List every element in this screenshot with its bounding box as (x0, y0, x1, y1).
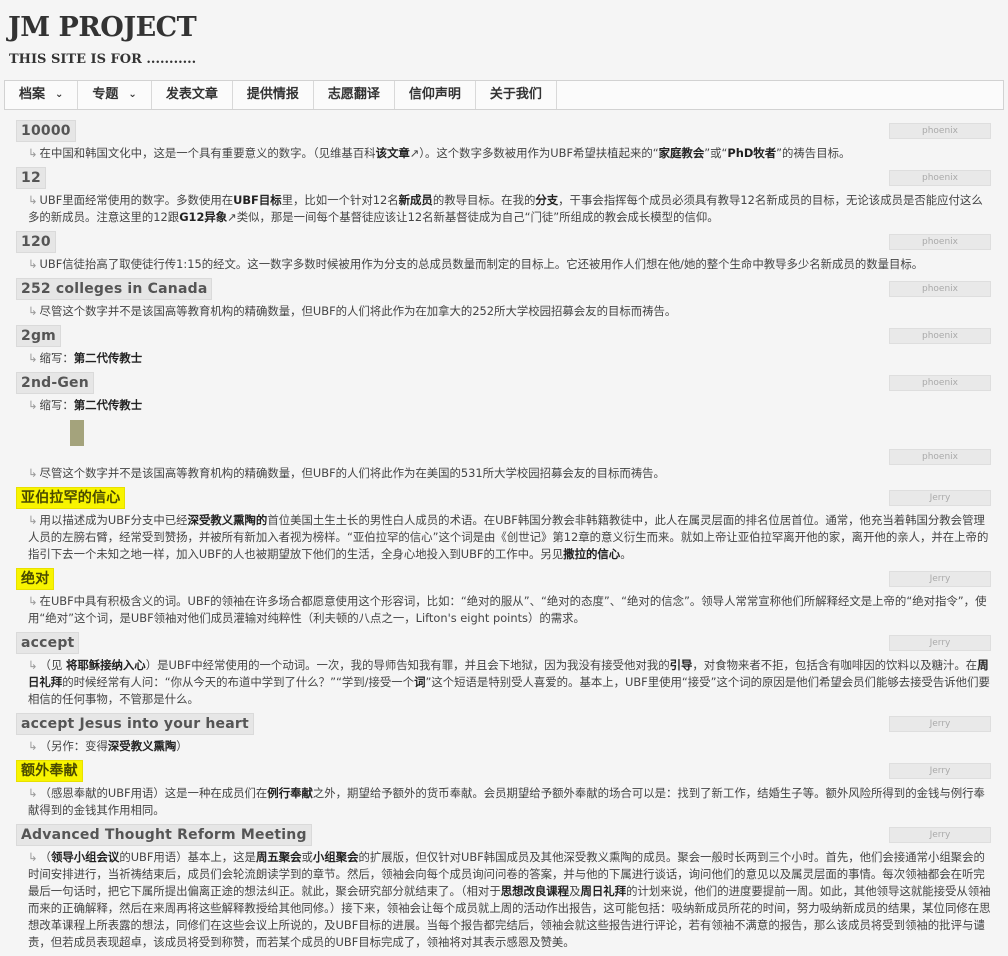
glossary-entry: accept Jesus into your heart Jerry ↳ （另作：变得… (16, 713, 991, 755)
author-badge[interactable]: Jerry (889, 571, 991, 587)
chevron-down-icon: ⌄ (128, 89, 137, 100)
author-badge[interactable]: phoenix (889, 123, 991, 139)
glossary-list: 10000 phoenix ↳ 在中国和韩国文化中，这是一个具有重要意义的数字。（见维… (16, 120, 991, 956)
entry-header: 亚伯拉罕的信心 Jerry (16, 487, 991, 509)
entry-term[interactable]: 2nd-Gen (16, 372, 94, 394)
nav-item-1[interactable]: 专题 ⌄ (78, 81, 152, 109)
glossary-entry: 12 phoenix ↳ UBF里面经常使用的数字。多数使用在UBF目标里，比如一个针… (16, 167, 991, 226)
entry-thumbnail (70, 420, 84, 446)
entry-definition: ↳ （另作：变得深受教义熏陶） (28, 739, 188, 753)
entry-definition: ↳ 缩写：第二代传教士 (28, 351, 143, 365)
entry-header: 2nd-Gen phoenix (16, 372, 991, 394)
entry-definition: ↳ （感恩奉献的UBF用语）这是一种在成员们在例行奉献之外，期望给予额外的货币奉献… (28, 786, 985, 817)
entry-header: 额外奉献 Jerry (16, 760, 991, 782)
glossary-entry: 252 colleges in Canada phoenix ↳ 尽管这个数字并不是该… (16, 278, 991, 320)
glossary-entry: 120 phoenix ↳ UBF信徒抬高了取使徒行传1:15的经文。这一数字多数时候… (16, 231, 991, 273)
entry-term[interactable]: 120 (16, 231, 56, 253)
entry-definition: ↳ UBF里面经常使用的数字。多数使用在UBF目标里，比如一个针对12名新成员的教… (28, 193, 983, 224)
entry-header: 2gm phoenix (16, 325, 991, 347)
site-description: THIS SITE IS FOR ........... (9, 52, 197, 67)
entry-term[interactable]: 绝对 (16, 568, 55, 590)
author-badge[interactable]: Jerry (889, 490, 991, 506)
author-badge[interactable]: phoenix (889, 281, 991, 297)
author-badge[interactable]: Jerry (889, 763, 991, 779)
entry-definition: ↳ 尽管这个数字并不是该国高等教育机构的精确数量，但UBF的人们将此作为在美国的5… (28, 466, 665, 480)
entry-definition: ↳ 缩写：第二代传教士 (28, 398, 143, 412)
author-badge[interactable]: phoenix (889, 375, 991, 391)
entry-header: 绝对 Jerry (16, 568, 991, 590)
entry-definition: ↳ UBF信徒抬高了取使徒行传1:15的经文。这一数字多数时候被用作为分支的总成员… (28, 257, 924, 271)
nav-item-6[interactable]: 关于我们 (476, 81, 557, 109)
entry-header: 120 phoenix (16, 231, 991, 253)
glossary-entry: 2nd-Gen phoenix ↳ 缩写：第二代传教士 (16, 372, 991, 414)
glossary-entry: 亚伯拉罕的信心 Jerry ↳ 用以描述成为UBF分支中已经深受教义熏陶的首位美国土生… (16, 487, 991, 563)
entry-term[interactable]: 252 colleges in Canada (16, 278, 213, 300)
entry-definition: ↳ 在UBF中具有积极含义的词。UBF的领袖在许多场合都愿意使用这个形容词，比如：… (28, 594, 987, 625)
entry-definition: ↳ （领导小组会议的UBF用语）基本上，这是周五聚会或小组聚会的扩展版，但仅针对U… (28, 850, 991, 949)
chevron-down-icon: ⌄ (55, 89, 64, 100)
entry-definition: ↳ 用以描述成为UBF分支中已经深受教义熏陶的首位美国土生土长的男性白人成员的术语… (28, 513, 989, 561)
author-badge[interactable]: Jerry (889, 827, 991, 843)
entry-header: 12 phoenix (16, 167, 991, 189)
glossary-entry: 2gm phoenix ↳ 缩写：第二代传教士 (16, 325, 991, 367)
author-badge[interactable]: Jerry (889, 635, 991, 651)
nav-item-3[interactable]: 提供情报 (233, 81, 314, 109)
main-navigation: 档案 ⌄ 专题 ⌄ 发表文章 提供情报 志愿翻译 信仰声明 关于我们 (4, 80, 1004, 110)
entry-header: accept Jesus into your heart Jerry (16, 713, 991, 735)
nav-item-label: 提供情报 (246, 87, 299, 102)
entry-term[interactable]: Advanced Thought Reform Meeting (16, 824, 312, 846)
entry-term[interactable]: 10000 (16, 120, 76, 142)
nav-item-5[interactable]: 信仰声明 (395, 81, 476, 109)
site-header: JM PROJECT THIS SITE IS FOR ........... (0, 0, 1008, 80)
author-badge[interactable]: phoenix (889, 328, 991, 344)
author-badge[interactable]: phoenix (889, 449, 991, 465)
entry-definition: ↳ 在中国和韩国文化中，这是一个具有重要意义的数字。（见维基百科该文章↗）。这个数… (28, 146, 851, 160)
entry-term[interactable]: 亚伯拉罕的信心 (16, 487, 126, 509)
nav-item-0[interactable]: 档案 ⌄ (5, 81, 79, 109)
entry-term[interactable]: accept (16, 632, 80, 654)
glossary-entry: Advanced Thought Reform Meeting Jerry ↳ （领导… (16, 824, 991, 951)
entry-header: 252 colleges in Canada phoenix (16, 278, 991, 300)
entry-definition: ↳ （见 将耶稣接纳入心）是UBF中经常使用的一个动词。一次，我的导师告知我有罪，… (28, 658, 990, 706)
glossary-entry: phoenix ↳ 尽管这个数字并不是该国高等教育机构的精确数量，但UBF的人们将此… (16, 420, 991, 482)
site-title[interactable]: JM PROJECT (8, 12, 197, 43)
entry-definition: ↳ 尽管这个数字并不是该国高等教育机构的精确数量，但UBF的人们将此作为在加拿大的… (28, 304, 677, 318)
glossary-entry: 额外奉献 Jerry ↳ （感恩奉献的UBF用语）这是一种在成员们在例行奉献之外，期望… (16, 760, 991, 819)
entry-term[interactable]: 2gm (16, 325, 61, 347)
glossary-entry: 绝对 Jerry ↳ 在UBF中具有积极含义的词。UBF的领袖在许多场合都愿意使用这个… (16, 568, 991, 627)
nav-item-label: 志愿翻译 (327, 87, 380, 102)
nav-item-label: 关于我们 (489, 87, 542, 102)
entry-header: phoenix (16, 446, 991, 465)
nav-item-label: 发表文章 (165, 87, 218, 102)
entry-term[interactable]: accept Jesus into your heart (16, 713, 254, 735)
entry-term[interactable]: 额外奉献 (16, 760, 83, 782)
entry-header: 10000 phoenix (16, 120, 991, 142)
glossary-entry: accept Jerry ↳ （见 将耶稣接纳入心）是UBF中经常使用的一个动词。一次… (16, 632, 991, 708)
entry-term[interactable]: 12 (16, 167, 46, 189)
glossary-entry: 10000 phoenix ↳ 在中国和韩国文化中，这是一个具有重要意义的数字。（见维… (16, 120, 991, 162)
nav-item-label: 信仰声明 (408, 87, 461, 102)
author-badge[interactable]: phoenix (889, 170, 991, 186)
nav-item-4[interactable]: 志愿翻译 (314, 81, 395, 109)
entry-header: Advanced Thought Reform Meeting Jerry (16, 824, 991, 846)
author-badge[interactable]: Jerry (889, 716, 991, 732)
author-badge[interactable]: phoenix (889, 234, 991, 250)
nav-item-label: 专题 (92, 87, 119, 102)
nav-item-2[interactable]: 发表文章 (152, 81, 233, 109)
nav-item-label: 档案 (19, 87, 46, 102)
entry-header: accept Jerry (16, 632, 991, 654)
